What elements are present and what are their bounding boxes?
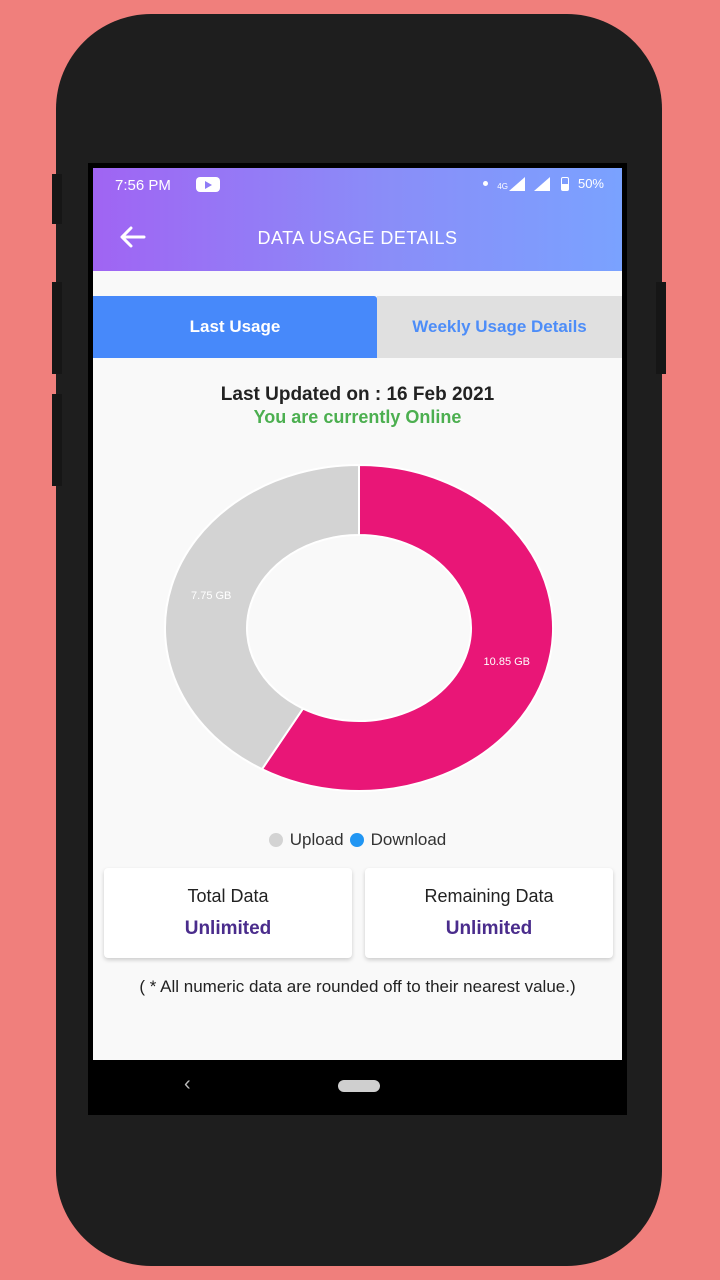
status-icons: 4G 50% [483, 176, 604, 191]
remaining-data-card: Remaining Data Unlimited [365, 868, 613, 958]
status-time: 7:56 PM [115, 177, 171, 194]
legend-label-download: Download [370, 830, 447, 849]
tab-bar: Last Usage Weekly Usage Details [93, 296, 622, 358]
total-data-label: Total Data [187, 886, 269, 906]
phone-side-button [52, 282, 62, 374]
battery-percent: 50% [577, 176, 604, 191]
usage-donut-chart: 10.85 GB 7.75 GB [164, 463, 554, 792]
battery-icon [560, 176, 569, 191]
youtube-notification-icon [196, 177, 220, 192]
mobile-signal-icon: 4G [497, 176, 525, 191]
network-type-label: 4G [497, 181, 508, 191]
notification-dot-icon [483, 181, 489, 186]
phone-side-button [52, 394, 62, 486]
donut-label-download: 10.85 GB [484, 656, 530, 668]
nav-home-pill-icon[interactable] [338, 1080, 380, 1092]
legend-dot-upload [268, 833, 283, 847]
last-updated-text: Last Updated on : 16 Feb 2021 [220, 384, 495, 405]
legend-dot-download [349, 833, 364, 847]
remaining-data-value: Unlimited [445, 918, 533, 939]
app-bar: 7:56 PM 4G 50% DATA USAGE DETAILS [93, 168, 622, 271]
total-data-card: Total Data Unlimited [104, 868, 352, 958]
chart-legend: Upload Download [93, 830, 622, 850]
tab-weekly-usage-details[interactable]: Weekly Usage Details [377, 296, 622, 358]
nav-back-icon[interactable]: ‹ [184, 1073, 191, 1096]
wifi-signal-icon [533, 176, 550, 191]
remaining-data-label: Remaining Data [424, 886, 554, 906]
online-status-text: You are currently Online [253, 407, 462, 427]
donut-label-upload: 7.75 GB [191, 590, 231, 602]
rounding-note: ( * All numeric data are rounded off to … [139, 977, 576, 996]
phone-side-button [656, 282, 666, 374]
legend-item-upload: Upload [268, 830, 344, 850]
phone-side-button [52, 174, 62, 224]
legend-label-upload: Upload [289, 830, 344, 849]
system-nav-bar: ‹ [88, 1060, 627, 1115]
app-window: 7:56 PM 4G 50% DATA USAGE DETAILS Last U… [93, 168, 622, 1060]
page-title: DATA USAGE DETAILS [257, 228, 458, 248]
legend-item-download: Download [349, 830, 447, 850]
tab-last-usage[interactable]: Last Usage [93, 296, 377, 358]
total-data-value: Unlimited [184, 918, 272, 939]
phone-screen: 7:56 PM 4G 50% DATA USAGE DETAILS Last U… [88, 163, 627, 1115]
